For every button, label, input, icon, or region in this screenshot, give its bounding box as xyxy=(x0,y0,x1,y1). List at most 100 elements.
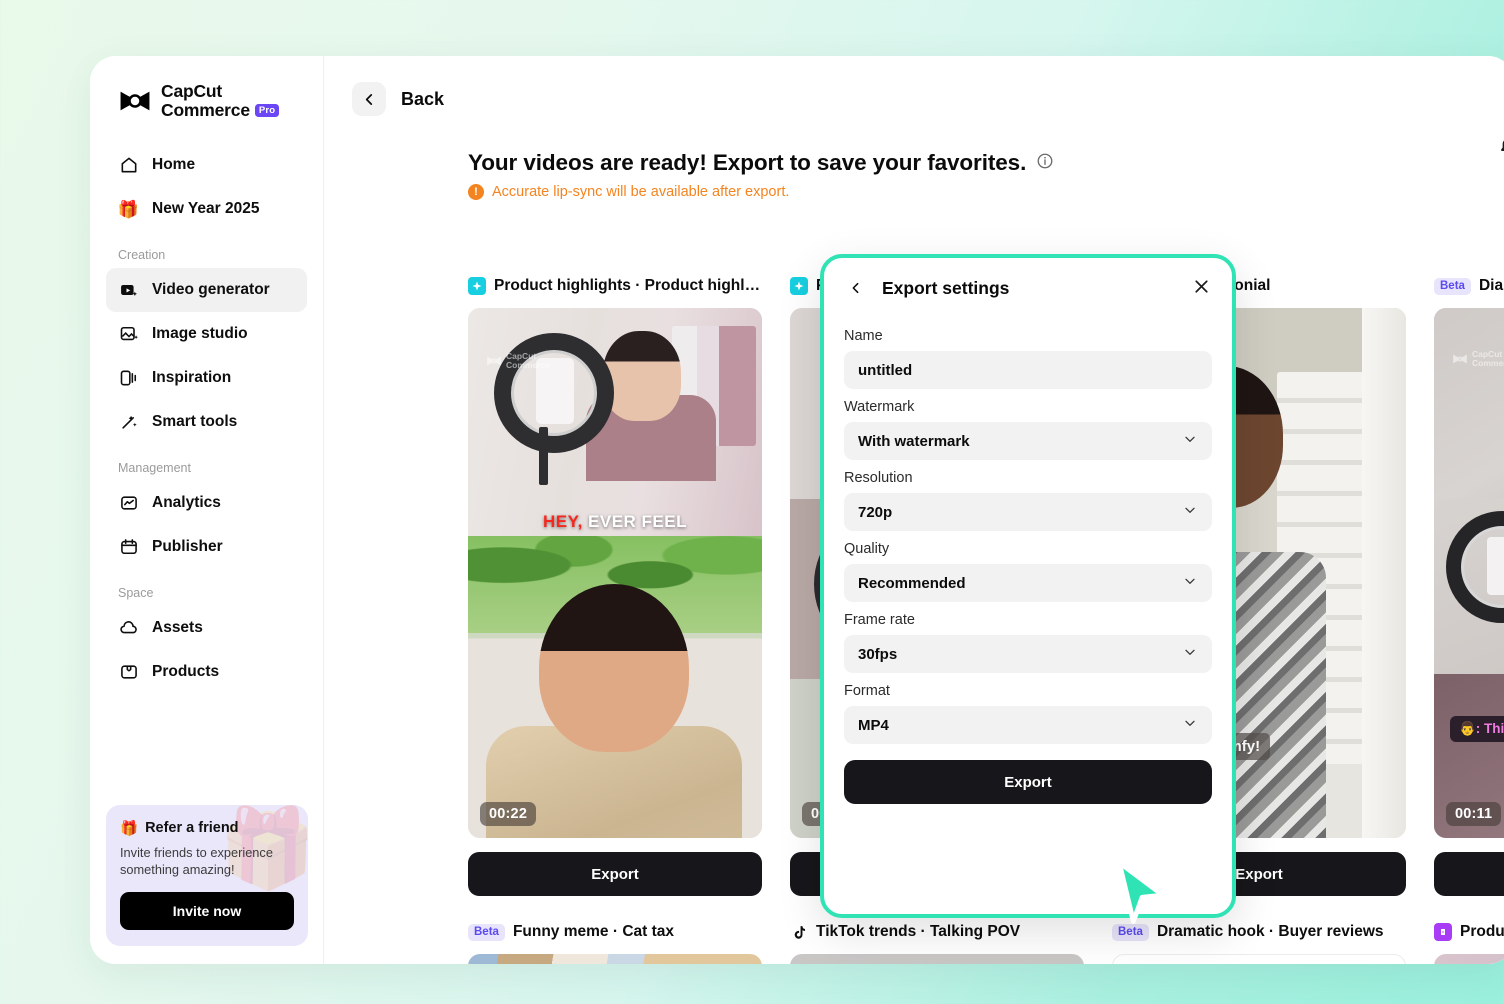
tiktok-icon xyxy=(790,923,808,941)
export-button[interactable]: Export xyxy=(1434,852,1504,896)
sidebar-item-label: Inspiration xyxy=(152,369,232,387)
card-title: Dialogue · Plot t xyxy=(1478,277,1504,294)
person-head xyxy=(603,330,682,421)
watermark-line-2: Commerce xyxy=(506,359,550,370)
chevron-down-icon xyxy=(1182,502,1198,522)
phone-prop xyxy=(1486,537,1504,596)
card-title: Product highlights · Product highlig... xyxy=(494,277,762,294)
sidebar-item-home[interactable]: Home xyxy=(106,143,307,187)
resolution-select[interactable]: 720p xyxy=(844,493,1212,531)
quality-select[interactable]: Recommended xyxy=(844,564,1212,602)
sidebar-item-publisher[interactable]: Publisher xyxy=(106,525,307,569)
sidebar: CapCut Commerce Pro Home 🎁 New Year 2025… xyxy=(90,56,324,964)
modal-export-button[interactable]: Export xyxy=(844,760,1212,804)
calendar-icon xyxy=(118,537,139,558)
sidebar-group-management: Management xyxy=(118,461,191,476)
quality-value: Recommended xyxy=(858,574,966,592)
card-title: TikTok trends · Talking POV xyxy=(816,923,1021,940)
sidebar-item-label: Products xyxy=(152,663,220,681)
capcut-template-icon xyxy=(468,277,486,295)
video-thumbnail[interactable]: CapCut Commerce HEY, EVER FEEL 00:22 xyxy=(468,308,762,838)
refer-a-friend-card: 🎁 🎁 Refer a friend Invite friends to exp… xyxy=(106,804,308,946)
video-duration: 00:11 xyxy=(1446,802,1502,826)
video-column: Beta Dialogue · Plot t CapCutCommerce xyxy=(1434,274,1504,964)
capcut-logo-icon xyxy=(118,88,152,114)
lipsync-warning-text: Accurate lip-sync will be available afte… xyxy=(492,184,790,200)
video-thumbnail[interactable] xyxy=(790,954,1084,964)
warning-icon: ! xyxy=(468,184,484,200)
export-settings-modal: Export settings Name untitled Watermark … xyxy=(820,254,1236,918)
watermark-label: Watermark xyxy=(844,399,915,415)
video-thumbnail[interactable]: Rachel Green xyxy=(1112,954,1406,964)
video-column: Product highlights · Product highlig... … xyxy=(468,274,762,964)
invite-now-button[interactable]: Invite now xyxy=(120,892,294,930)
person-head xyxy=(538,584,689,753)
sidebar-item-inspiration[interactable]: Inspiration xyxy=(106,356,307,400)
resolution-label: Resolution xyxy=(844,470,913,486)
sidebar-group-space: Space xyxy=(118,586,154,601)
gift-icon: 🎁 xyxy=(120,820,139,837)
curtain xyxy=(1361,308,1406,838)
back-row: Back xyxy=(324,56,1504,116)
video-thumbnail[interactable]: CapCutCommerce 👨: This t-shirt i 00:11 xyxy=(1434,308,1504,838)
sidebar-item-label: Publisher xyxy=(152,538,223,556)
home-icon xyxy=(118,155,139,176)
modal-back-button[interactable] xyxy=(844,280,868,296)
chevron-down-icon xyxy=(1182,431,1198,451)
sidebar-item-image-studio[interactable]: Image studio xyxy=(106,312,307,356)
sidebar-item-label: Smart tools xyxy=(152,413,238,431)
video-thumbnail[interactable] xyxy=(1434,954,1504,964)
card-header: Beta Dramatic hook · Buyer reviews xyxy=(1112,920,1406,944)
logo-line-2: Commerce xyxy=(161,99,250,120)
format-value: MP4 xyxy=(858,716,889,734)
sidebar-nav: Home 🎁 New Year 2025 Creation Video gene… xyxy=(106,143,307,694)
page-title-text: Your videos are ready! Export to save yo… xyxy=(468,150,1027,175)
beta-badge: Beta xyxy=(1434,277,1471,295)
sidebar-item-label: Analytics xyxy=(152,494,221,512)
frame-rate-select[interactable]: 30fps xyxy=(844,635,1212,673)
scene-segment-2 xyxy=(1434,498,1504,674)
capcut-template-icon xyxy=(790,277,808,295)
chevron-down-icon xyxy=(1182,715,1198,735)
chevron-down-icon xyxy=(1182,573,1198,593)
sidebar-item-assets[interactable]: Assets xyxy=(106,606,307,650)
name-input[interactable]: untitled xyxy=(844,351,1212,389)
card-header: TikTok trends · Talking POV xyxy=(790,920,1084,944)
sidebar-item-video-generator[interactable]: Video generator xyxy=(106,268,307,313)
export-button[interactable]: Export xyxy=(468,852,762,896)
card-header: Beta Funny meme · Cat tax xyxy=(468,920,762,944)
analytics-icon xyxy=(118,493,139,514)
video-caption: HEY, EVER FEEL xyxy=(468,512,762,532)
logo-line-1: CapCut xyxy=(161,81,223,101)
name-value: untitled xyxy=(858,361,913,379)
scene-segment-1: CapCutCommerce xyxy=(1434,308,1504,499)
frame-rate-label: Frame rate xyxy=(844,612,915,628)
caption-white: EVER FEEL xyxy=(588,511,687,531)
sidebar-item-label: New Year 2025 xyxy=(152,200,260,218)
sidebar-item-new-year-2025[interactable]: 🎁 New Year 2025 xyxy=(106,187,307,231)
thumb-scene: CapCutCommerce 👨: This t-shirt i xyxy=(1434,308,1504,838)
refer-subtitle: Invite friends to experience something a… xyxy=(120,844,273,878)
format-label: Format xyxy=(844,683,890,699)
capcut-watermark: CapCutCommerce xyxy=(486,352,550,370)
beta-badge: Beta xyxy=(468,923,505,941)
back-button[interactable] xyxy=(352,82,386,116)
notification-bell-icon[interactable] xyxy=(1496,134,1504,163)
refer-title: Refer a friend xyxy=(145,820,239,837)
watermark-select[interactable]: With watermark xyxy=(844,422,1212,460)
sidebar-item-products[interactable]: Products xyxy=(106,650,307,694)
video-thumbnail[interactable] xyxy=(468,954,762,964)
video-generator-icon xyxy=(118,280,139,301)
cloud-icon xyxy=(118,618,139,639)
app-window: CapCut Commerce Pro Home 🎁 New Year 2025… xyxy=(90,56,1504,964)
format-select[interactable]: MP4 xyxy=(844,706,1212,744)
info-icon[interactable] xyxy=(1036,150,1054,176)
sidebar-item-analytics[interactable]: Analytics xyxy=(106,481,307,525)
sidebar-item-label: Image studio xyxy=(152,325,248,343)
reviewer-row: Rachel Green xyxy=(1113,955,1405,964)
close-icon[interactable] xyxy=(1191,276,1212,302)
app-logo[interactable]: CapCut Commerce Pro xyxy=(106,56,307,119)
sidebar-item-smart-tools[interactable]: Smart tools xyxy=(106,400,307,444)
chevron-left-icon xyxy=(852,282,859,294)
page-title: Your videos are ready! Export to save yo… xyxy=(468,150,1504,176)
